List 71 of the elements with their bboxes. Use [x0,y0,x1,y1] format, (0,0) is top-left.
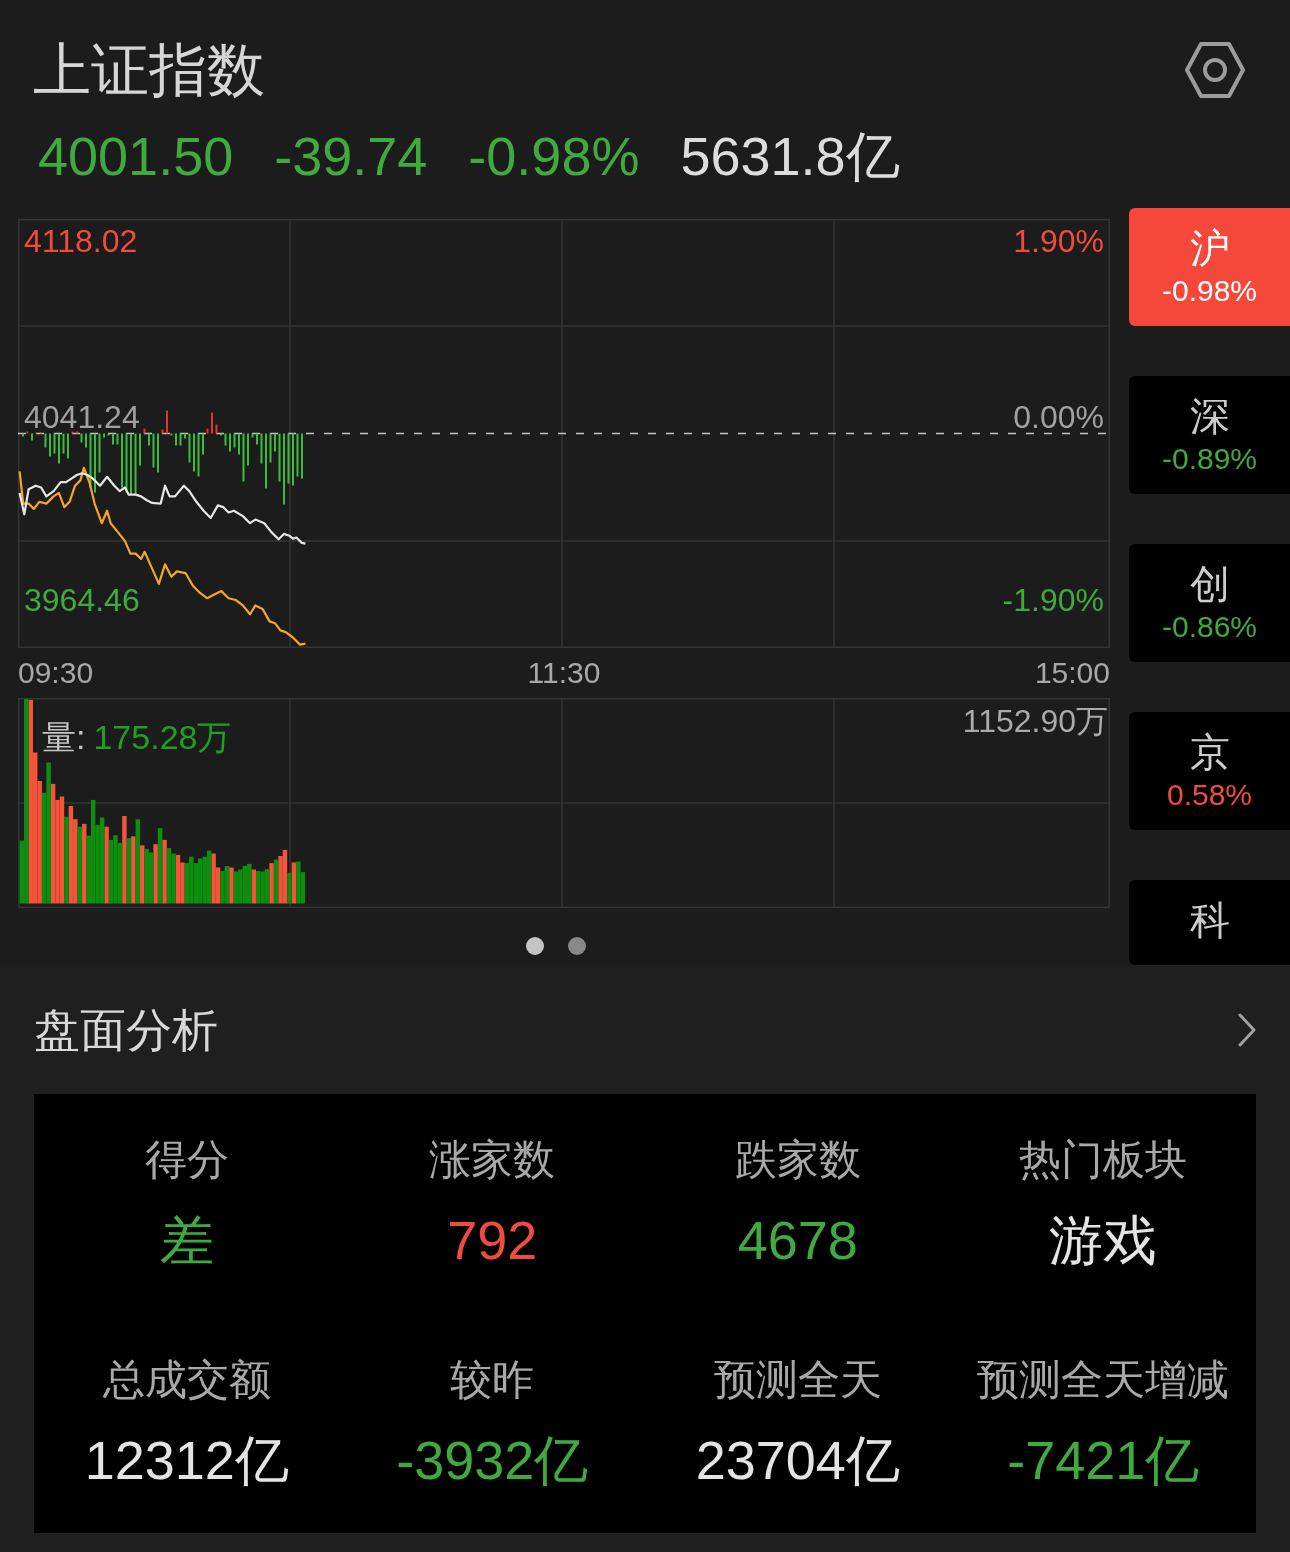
stat-label: 预测全天增减 [977,1355,1230,1405]
stat-label: 跌家数 [734,1135,861,1185]
stat-value: -7421亿 [1007,1429,1200,1492]
time-axis-label: 11:30 [527,656,601,690]
market-tab[interactable]: 创 -0.86% [1129,544,1290,662]
percent-axis-label: -1.90% [1002,587,1104,613]
quote-change-percent: -0.98% [468,126,640,186]
falling-bar [125,433,128,493]
chevron-right-icon[interactable] [1238,1013,1256,1047]
falling-bar [107,433,110,436]
falling-bar [62,433,65,454]
quote-price: 4001.50 [38,126,234,186]
price-axis-label: 3964.46 [24,587,140,613]
stat-value: 12312亿 [84,1429,289,1492]
market-tab[interactable]: 深 -0.89% [1129,376,1290,494]
stat-label: 总成交额 [102,1355,271,1405]
volume-max-label: 1152.90万 [962,703,1108,739]
stat-label: 较昨 [450,1355,535,1405]
price-axis-label: 4118.02 [24,228,138,254]
falling-bar [188,433,191,463]
falling-bar [179,433,182,446]
percent-axis-label: 0.00% [1013,404,1104,430]
volume-value: 175.28万 [93,717,232,757]
stat-value: 差 [159,1209,214,1272]
falling-bar [80,433,83,443]
rising-bar [206,428,209,434]
price-axis-label: 4041.24 [24,404,140,430]
rising-bar [215,424,218,434]
quote-change: -39.74 [274,126,428,186]
falling-bar [134,433,137,495]
stat-label: 涨家数 [429,1135,556,1185]
stat-value: 792 [447,1209,538,1272]
falling-bar [197,433,200,477]
rising-bar [143,428,146,434]
falling-bar [269,433,272,463]
falling-bar [287,433,290,484]
falling-bar [170,433,173,436]
falling-bar [98,433,101,473]
rising-bar [161,429,164,434]
falling-bar [224,433,227,446]
falling-bar [44,433,47,448]
market-tab[interactable]: 京 0.58% [1129,712,1290,830]
stat-value: -3932亿 [396,1429,589,1492]
index-title: 上证指数 [33,38,265,102]
rising-bar [71,431,74,434]
falling-bar [260,433,263,464]
falling-bar [251,433,254,438]
falling-bar [242,433,245,482]
settings-icon[interactable] [1185,42,1245,98]
falling-bar [233,433,236,448]
falling-bar [296,433,299,477]
market-tab[interactable]: 科 [1129,880,1290,965]
percent-axis-label: 1.90% [1013,228,1104,254]
falling-bar [116,433,119,445]
market-tab[interactable]: 沪 -0.98% [1129,208,1290,326]
falling-bar [278,433,281,482]
stat-label: 得分 [144,1135,229,1185]
rising-bar [26,431,29,434]
falling-bar [53,433,56,454]
time-axis-label: 15:00 [1034,656,1110,690]
section-title: 盘面分析 [34,1004,218,1056]
falling-bar [152,433,155,468]
stat-label: 热门板块 [1019,1135,1188,1185]
stat-value: 23704亿 [695,1429,900,1492]
stat-label: 预测全天 [713,1355,882,1405]
time-axis-label: 09:30 [18,656,94,690]
stat-value: 游戏 [1049,1209,1158,1272]
stat-value: 4678 [737,1209,858,1272]
falling-bar [89,433,92,488]
volume-label: 量: [42,717,86,757]
turnover-amount: 5631.8亿 [680,126,900,186]
